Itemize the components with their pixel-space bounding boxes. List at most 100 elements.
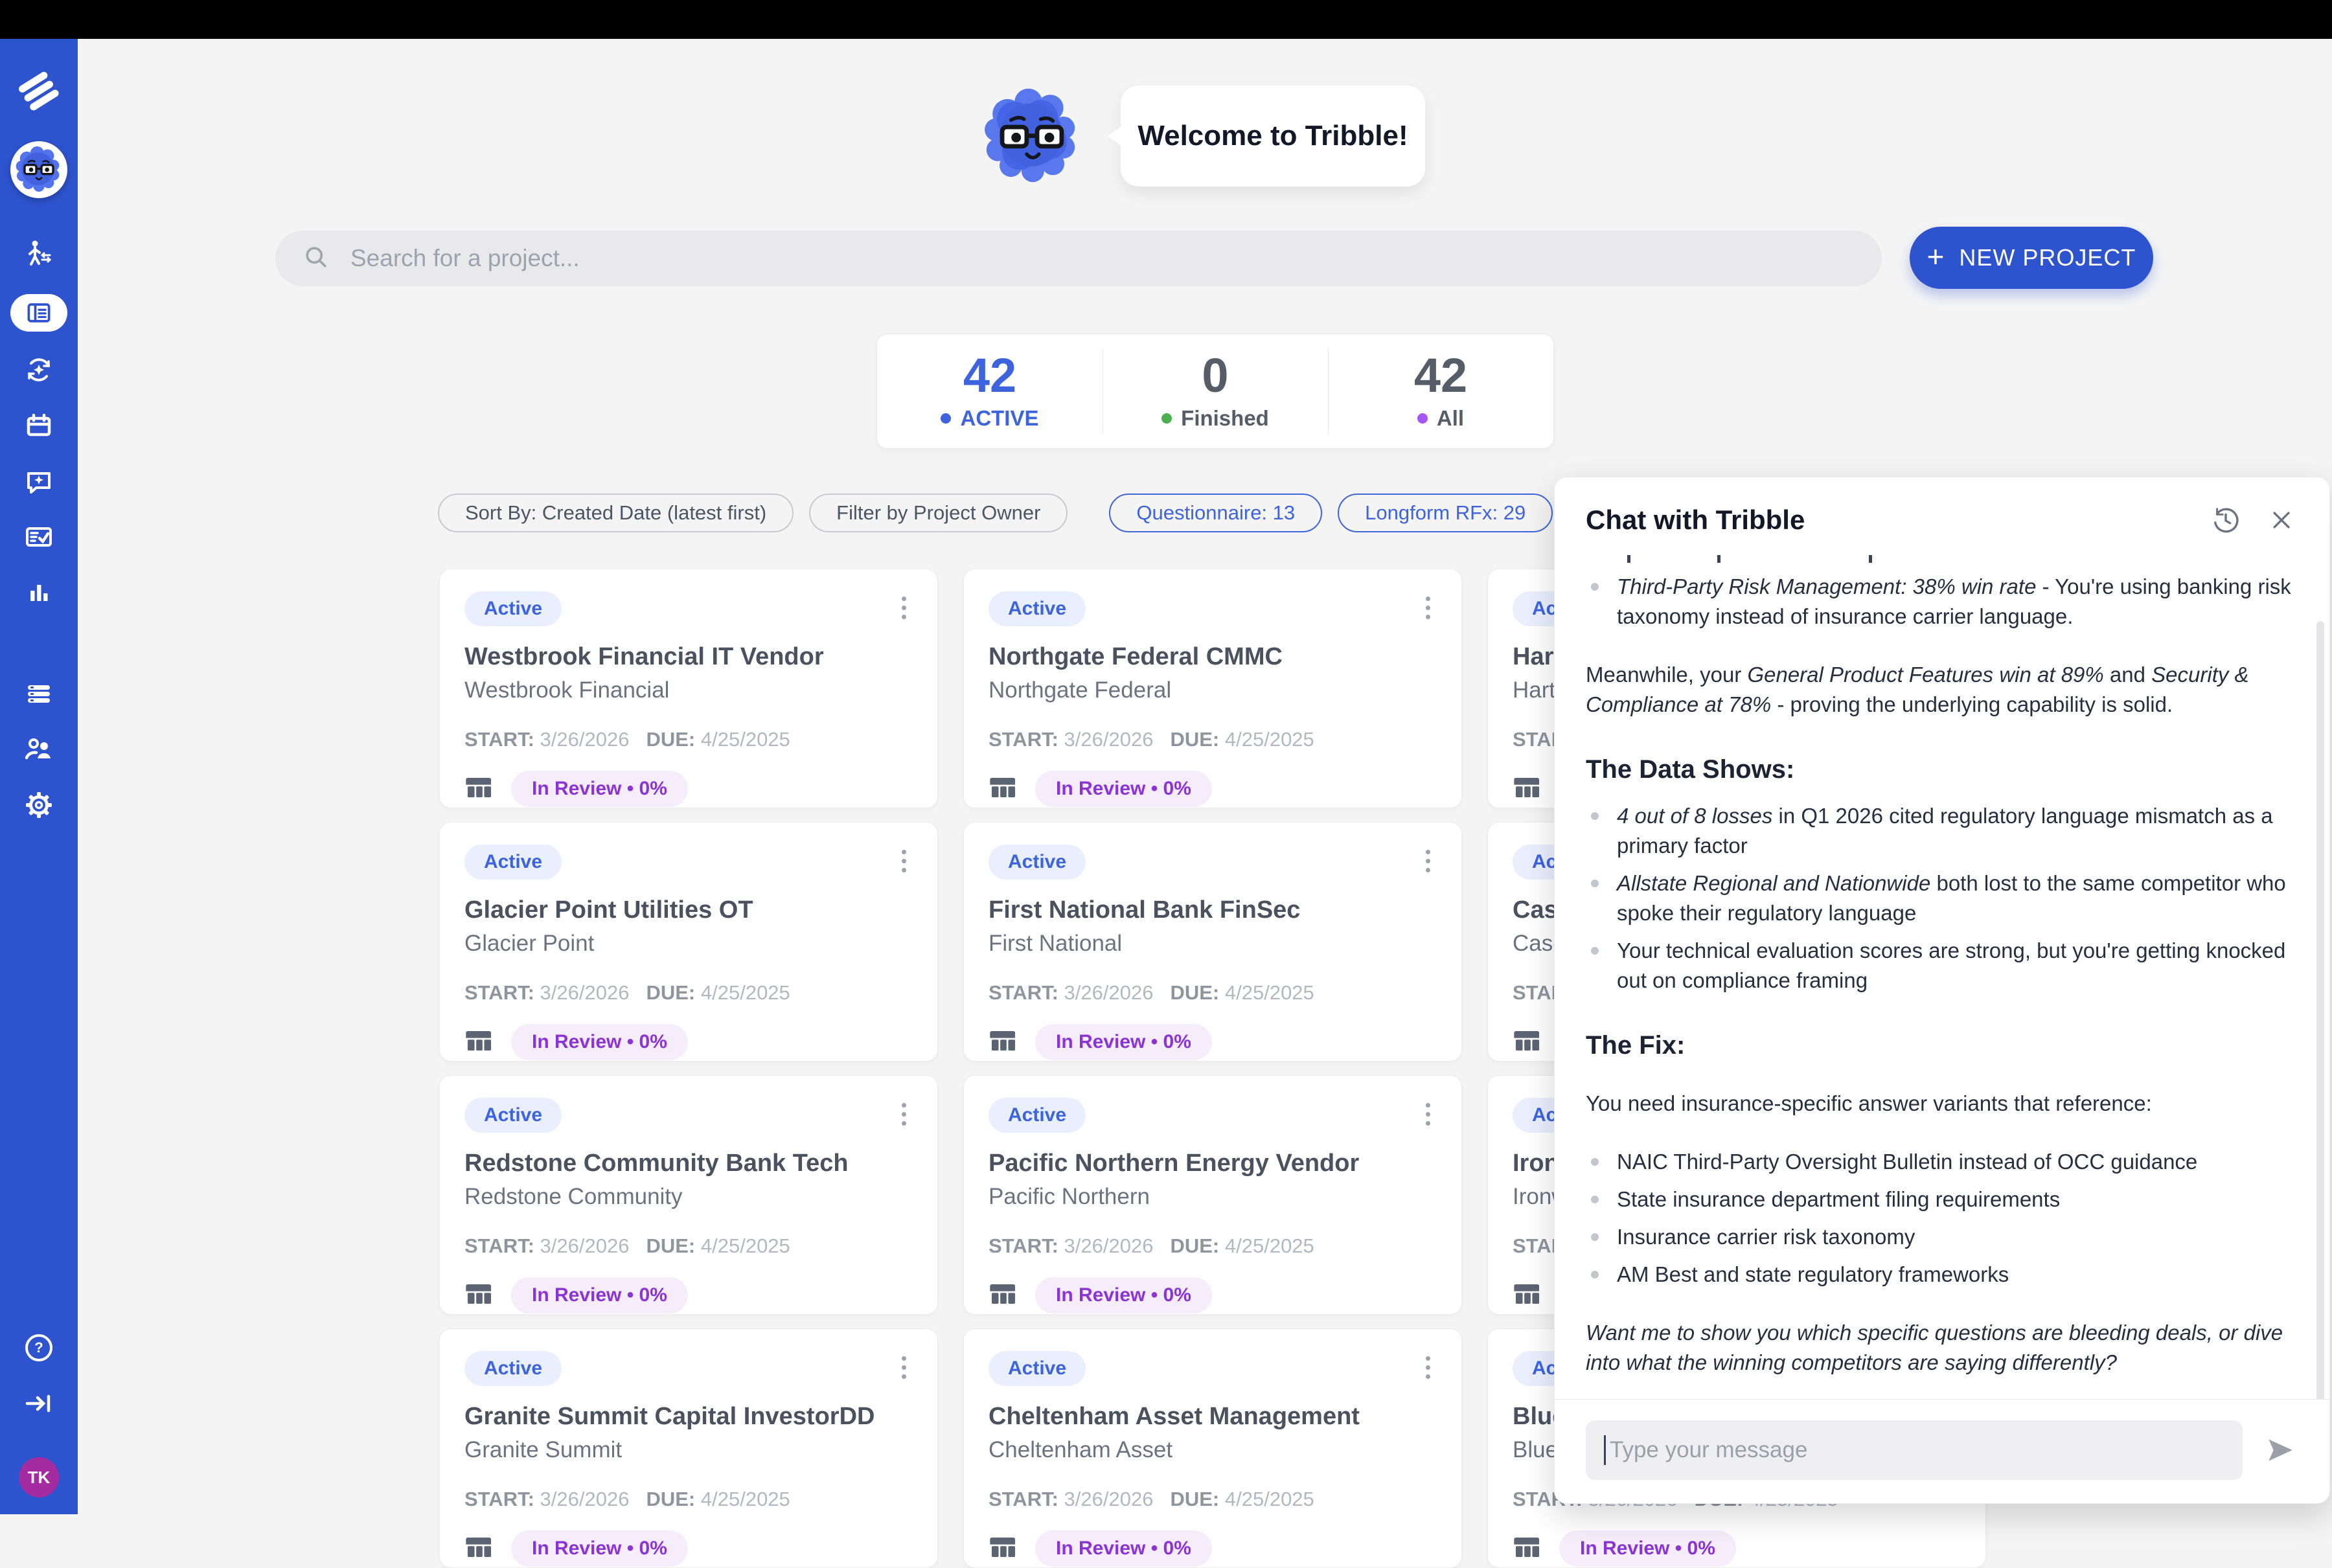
stat-dot (941, 413, 951, 424)
servers-icon[interactable] (23, 677, 55, 710)
chat-heading: The Fix: (1586, 1030, 2292, 1060)
sync-sparkle-icon[interactable] (23, 354, 55, 386)
card-dates: START: 3/26/2026DUE: 4/25/2025 (464, 1488, 913, 1511)
chat-panel: Chat with Tribble Third-Party Risk Manag… (1554, 477, 2330, 1504)
project-card[interactable]: Active Pacific Northern Energy Vendor Pa… (963, 1075, 1462, 1315)
card-dates: START: 3/26/2026DUE: 4/25/2025 (989, 1234, 1437, 1258)
stat-value: 42 (963, 352, 1016, 400)
card-menu-icon[interactable] (1419, 845, 1437, 878)
workflow-person-icon[interactable] (23, 238, 55, 271)
stat-finished[interactable]: 0Finished (1103, 334, 1328, 448)
filter-chip[interactable]: Longform RFx: 29 (1338, 494, 1553, 532)
card-title: Redstone Community Bank Tech (464, 1150, 913, 1177)
card-title: Pacific Northern Energy Vendor (989, 1150, 1437, 1177)
sidebar: ? TK (0, 39, 78, 1514)
card-company: First National (989, 931, 1437, 957)
card-company: Cheltenham Asset (989, 1437, 1437, 1463)
card-menu-icon[interactable] (895, 1098, 913, 1131)
card-title: First National Bank FinSec (989, 896, 1437, 924)
card-menu-icon[interactable] (1419, 1098, 1437, 1131)
svg-text:?: ? (34, 1339, 43, 1356)
history-icon[interactable] (2209, 503, 2243, 537)
chat-bullet: Your technical evaluation scores are str… (1586, 936, 2292, 995)
stat-label: ACTIVE (960, 406, 1038, 431)
project-card[interactable]: Active Redstone Community Bank Tech Reds… (439, 1075, 938, 1315)
project-card[interactable]: Active First National Bank FinSec First … (963, 822, 1462, 1062)
project-card[interactable]: Active Westbrook Financial IT Vendor Wes… (439, 569, 938, 808)
close-icon[interactable] (2265, 503, 2298, 537)
progress-badge: In Review • 0% (1035, 1530, 1212, 1567)
card-menu-icon[interactable] (1419, 591, 1437, 624)
project-search-input[interactable]: Search for a project... (275, 231, 1882, 286)
stat-active[interactable]: 42 ACTIVE (877, 334, 1103, 448)
welcome-text: Welcome to Tribble! (1137, 120, 1408, 152)
chat-bullet: State insurance department filing requir… (1586, 1185, 2292, 1214)
chat-bullet: Third-Party Risk Management: 38% win rat… (1586, 572, 2292, 631)
card-dates: START: 3/26/2026DUE: 4/25/2025 (464, 728, 913, 751)
chat-bullet: NAIC Third-Party Oversight Bulletin inst… (1586, 1147, 2292, 1177)
filter-chip[interactable]: Filter by Project Owner (809, 494, 1068, 532)
chat-paragraph: You need insurance-specific answer varia… (1586, 1089, 2292, 1119)
card-title: Granite Summit Capital InvestorDD (464, 1403, 913, 1431)
clipped-text-line (1586, 552, 2292, 563)
progress-badge: In Review • 0% (1559, 1530, 1736, 1567)
progress-badge: In Review • 0% (1035, 771, 1212, 807)
table-icon (1513, 1533, 1542, 1565)
status-badge: Active (464, 591, 562, 626)
card-menu-icon[interactable] (895, 845, 913, 878)
project-card[interactable]: Active Glacier Point Utilities OT Glacie… (439, 822, 938, 1062)
chat-paragraph: Want me to show you which specific quest… (1586, 1318, 2292, 1378)
chat-input-placeholder: Type your message (1610, 1437, 1807, 1463)
card-company: Granite Summit (464, 1437, 913, 1463)
chat-message-input[interactable]: Type your message (1586, 1420, 2243, 1480)
card-menu-icon[interactable] (895, 591, 913, 624)
stat-label: Finished (1181, 406, 1269, 431)
card-company: Redstone Community (464, 1184, 913, 1210)
card-title: Westbrook Financial IT Vendor (464, 643, 913, 671)
stat-value: 42 (1414, 352, 1467, 400)
chat-scrollbar[interactable] (2316, 621, 2324, 1399)
card-dates: START: 3/26/2026DUE: 4/25/2025 (464, 1234, 913, 1258)
checklist-icon[interactable] (23, 521, 55, 553)
card-dates: START: 3/26/2026DUE: 4/25/2025 (989, 981, 1437, 1005)
project-card[interactable]: Active Cheltenham Asset Management Chelt… (963, 1328, 1462, 1568)
card-menu-icon[interactable] (895, 1351, 913, 1384)
search-icon (301, 242, 331, 275)
project-card[interactable]: Active Northgate Federal CMMC Northgate … (963, 569, 1462, 808)
card-dates: START: 3/26/2026DUE: 4/25/2025 (989, 1488, 1437, 1511)
sidebar-item-projects-active[interactable] (10, 294, 67, 332)
tribble-logo-icon (15, 67, 63, 115)
calendar-icon[interactable] (23, 409, 55, 442)
help-icon[interactable]: ? (23, 1332, 55, 1364)
sidebar-bottom-group: ? TK (19, 1332, 59, 1497)
chat-sparkle-icon[interactable] (23, 465, 55, 497)
people-icon[interactable] (23, 733, 55, 766)
new-project-button[interactable]: + NEW PROJECT (1910, 227, 2153, 289)
log-out-icon[interactable] (23, 1387, 55, 1420)
user-avatar[interactable]: TK (19, 1457, 59, 1497)
card-title: Glacier Point Utilities OT (464, 896, 913, 924)
bar-chart-icon[interactable] (23, 576, 55, 609)
settings-gear-icon[interactable] (23, 789, 55, 821)
table-icon (464, 1533, 494, 1565)
table-icon (1513, 1280, 1542, 1312)
chat-bullet: Allstate Regional and Nationwide both lo… (1586, 869, 2292, 928)
project-card[interactable]: Active Granite Summit Capital InvestorDD… (439, 1328, 938, 1568)
chat-paragraph: Meanwhile, your General Product Features… (1586, 660, 2292, 720)
send-icon[interactable] (2262, 1432, 2298, 1468)
table-icon (989, 773, 1018, 805)
progress-badge: In Review • 0% (511, 1277, 688, 1313)
search-placeholder: Search for a project... (350, 245, 580, 272)
filter-chips-row: Sort By: Created Date (latest first) Filt… (438, 494, 1568, 532)
stat-dot (1161, 413, 1172, 424)
card-menu-icon[interactable] (1419, 1351, 1437, 1384)
filter-chip[interactable]: Questionnaire: 13 (1109, 494, 1322, 532)
chat-title: Chat with Tribble (1586, 505, 2187, 536)
stat-all[interactable]: 42All (1328, 334, 1553, 448)
filter-chip[interactable]: Sort By: Created Date (latest first) (438, 494, 794, 532)
chat-bullet: 4 out of 8 losses in Q1 2026 cited regul… (1586, 801, 2292, 861)
mascot-avatar[interactable] (10, 141, 67, 198)
table-icon (989, 1533, 1018, 1565)
status-badge: Active (464, 845, 562, 880)
status-badge: Active (464, 1351, 562, 1386)
